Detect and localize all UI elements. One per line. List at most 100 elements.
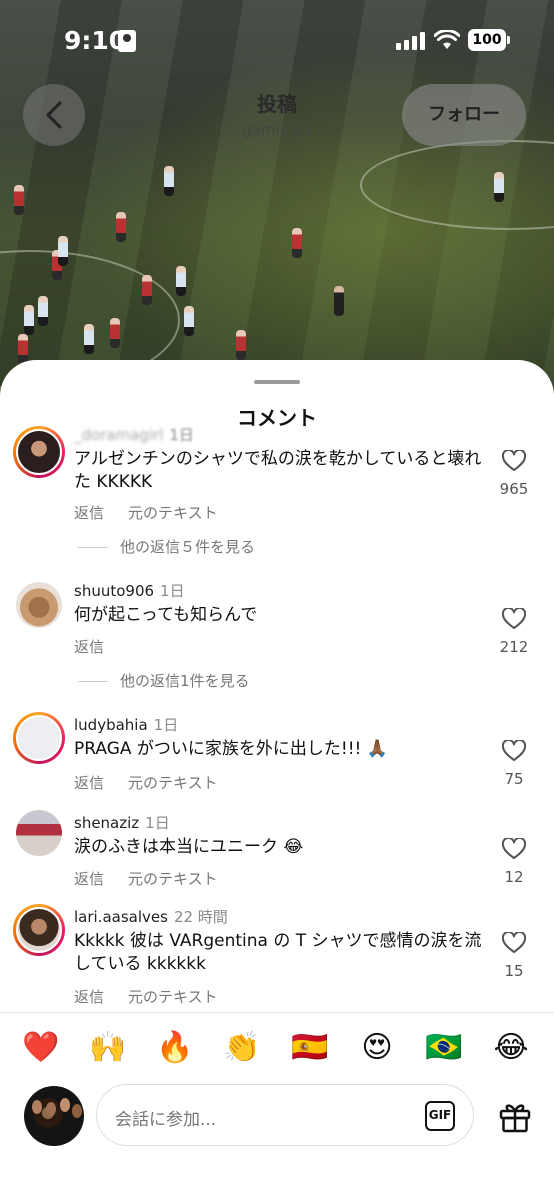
comment-input[interactable]: 会話に参加... GIF (96, 1084, 474, 1146)
like-button[interactable]: 15 (496, 932, 532, 980)
page-title: 投稿 (257, 92, 297, 116)
reply-button[interactable]: 返信 (74, 988, 104, 1006)
emoji-heart-eyes[interactable]: 😍 (357, 1028, 397, 1068)
emoji-raised-hands[interactable]: 🙌 (88, 1028, 128, 1068)
like-count: 15 (504, 962, 524, 980)
comment-meta: shuuto906 1日 (74, 580, 185, 601)
view-replies-label: 他の返信1件を見る (120, 672, 250, 690)
like-count: 212 (499, 638, 529, 656)
comment-text: 涙のふきは本当にユニーク 😂 (74, 837, 304, 857)
view-replies-button[interactable]: 他の返信５件を見る (78, 536, 255, 557)
follow-button[interactable]: フォロー (402, 84, 526, 146)
player (292, 228, 302, 258)
original-text-button[interactable]: 元のテキスト (128, 870, 218, 888)
comment-time: 22 時間 (173, 908, 228, 926)
heart-outline-icon (502, 838, 526, 859)
gift-icon[interactable] (498, 1100, 532, 1134)
player (334, 286, 344, 316)
comment-time: 1日 (160, 582, 185, 600)
heart-outline-icon (502, 608, 526, 629)
sheet-grabber[interactable] (254, 380, 300, 384)
chevron-left-icon (46, 101, 62, 129)
comment-username[interactable]: shuuto906 (74, 582, 154, 600)
view-replies-button[interactable]: 他の返信1件を見る (78, 670, 250, 691)
comment-text: 何が起こっても知らんで (74, 605, 258, 625)
reply-button[interactable]: 返信 (74, 774, 104, 792)
avatar[interactable] (13, 712, 65, 764)
my-avatar (24, 1086, 84, 1146)
view-replies-label: 他の返信５件を見る (120, 538, 256, 556)
comment-time: 1日 (169, 426, 194, 444)
player (494, 172, 504, 202)
emoji-fire[interactable]: 🔥 (155, 1028, 195, 1068)
player (164, 166, 174, 196)
like-button[interactable]: 212 (496, 608, 532, 656)
reply-button[interactable]: 返信 (74, 638, 104, 656)
comment-text: Kkkkk 彼は VARgentina の T シャツで感情の涙を流している k… (74, 931, 482, 974)
original-text-button[interactable]: 元のテキスト (128, 774, 218, 792)
original-text-button[interactable]: 元のテキスト (128, 504, 218, 522)
avatar[interactable] (13, 904, 65, 956)
comment-text: アルゼンチンのシャツで私の涙を乾かしていると壊れた KKKKK (74, 449, 482, 492)
comment-actions: 返信 元のテキスト (74, 502, 242, 523)
post-header: 投稿 gamix.o7 (177, 88, 377, 139)
player (58, 236, 68, 266)
comment-username[interactable]: shenaziz (74, 814, 139, 832)
comment-input-placeholder: 会話に参加... (115, 1110, 217, 1130)
avatar[interactable] (13, 426, 65, 478)
field-line (360, 140, 554, 230)
comment-username[interactable]: ludybahia (74, 716, 148, 734)
emoji-heart[interactable]: ❤️ (21, 1028, 61, 1068)
comment-time: 1日 (153, 716, 179, 734)
like-button[interactable]: 75 (496, 740, 532, 788)
reply-button[interactable]: 返信 (74, 504, 104, 522)
comment-username[interactable]: lari.aasalves (74, 908, 168, 926)
heart-outline-icon (502, 740, 526, 761)
back-button[interactable] (23, 84, 85, 146)
like-count: 75 (504, 770, 524, 788)
like-count: 12 (504, 868, 524, 886)
divider (0, 1012, 554, 1013)
id-card-icon (118, 30, 136, 52)
comment-actions: 返信 元のテキスト (74, 868, 242, 889)
avatar[interactable] (16, 810, 62, 856)
player (110, 318, 120, 348)
player (38, 296, 48, 326)
original-text-button[interactable]: 元のテキスト (128, 988, 218, 1006)
comment-time: 1日 (145, 814, 170, 832)
comment-meta: _doramagirl 1日 (74, 424, 194, 445)
player (24, 305, 34, 335)
avatar[interactable] (16, 582, 62, 628)
comment-meta: lari.aasalves 22 時間 (74, 906, 228, 927)
heart-outline-icon (502, 450, 526, 471)
status-time: 9:10 (64, 26, 127, 55)
wifi-icon (434, 30, 460, 49)
player (18, 334, 28, 364)
gif-button[interactable]: GIF (425, 1101, 455, 1131)
comment-meta: ludybahia 1日 (74, 714, 178, 735)
emoji-joy[interactable]: 😂 (491, 1028, 531, 1068)
player (184, 306, 194, 336)
like-button[interactable]: 12 (496, 838, 532, 886)
comment-meta: shenaziz 1日 (74, 812, 170, 833)
comment-actions: 返信 元のテキスト (74, 772, 242, 793)
post-username[interactable]: gamix.o7 (177, 121, 377, 139)
player (176, 266, 186, 296)
like-count: 965 (499, 480, 529, 498)
battery-icon: 100 (468, 29, 510, 51)
emoji-flag-spain[interactable]: 🇪🇸 (290, 1028, 330, 1068)
emoji-clap[interactable]: 👏 (222, 1028, 262, 1068)
emoji-flag-brazil[interactable]: 🇧🇷 (424, 1028, 464, 1068)
like-button[interactable]: 965 (496, 450, 532, 498)
comments-sheet: コメント _doramagirl 1日 アルゼンチンのシャツで私の涙を乾かしている… (0, 360, 554, 1200)
comment-username[interactable]: _doramagirl (74, 426, 163, 444)
comment-actions: 返信 (74, 636, 128, 657)
player (236, 330, 246, 360)
reply-button[interactable]: 返信 (74, 870, 104, 888)
player (14, 185, 24, 215)
comment-actions: 返信 元のテキスト (74, 986, 242, 1007)
status-bar: 9:10 100 (0, 0, 554, 80)
player (84, 324, 94, 354)
player (142, 275, 152, 305)
heart-outline-icon (502, 932, 526, 953)
